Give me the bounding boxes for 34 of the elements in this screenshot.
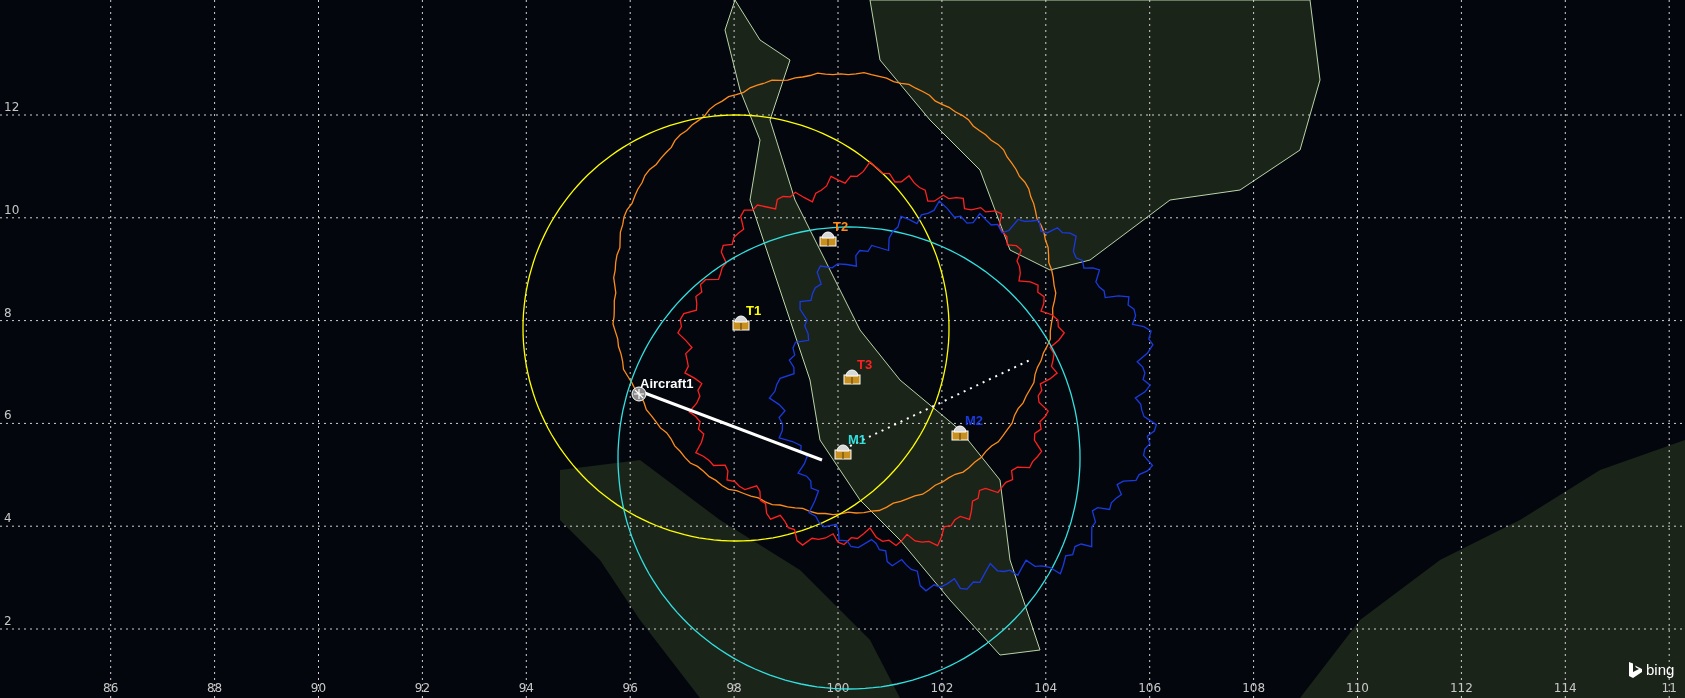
axis-label: 86	[103, 681, 119, 695]
axis-label: 88	[206, 681, 223, 695]
axis-label: 8	[4, 305, 12, 320]
axis-label: 110	[1346, 681, 1369, 695]
axis-label: 6	[4, 408, 12, 423]
axis-label: 10	[4, 202, 20, 217]
axis-label: 11	[1661, 681, 1677, 695]
site-label: M1	[848, 432, 867, 447]
radar-dome-icon[interactable]	[843, 369, 861, 385]
axis-label: 96	[622, 681, 638, 695]
axis-label: 12	[4, 100, 20, 114]
axis-label: 98	[726, 681, 742, 695]
axis-label: 4	[4, 511, 12, 526]
site-label: M2	[965, 413, 984, 428]
axis-label: 106	[1138, 681, 1162, 695]
axis-label: 102	[930, 681, 954, 695]
attribution-text: bing	[1646, 661, 1675, 678]
axis-label: 112	[1449, 681, 1473, 695]
aircraft-label: Aircraft1	[640, 376, 694, 391]
axis-label: 92	[414, 681, 431, 695]
site-label: T1	[746, 303, 762, 318]
axis-label: 114	[1553, 681, 1577, 695]
radar-dome-icon[interactable]	[819, 231, 837, 247]
axis-label: 108	[1242, 681, 1266, 695]
axis-label: 104	[1034, 681, 1058, 695]
axis-label: 2	[4, 614, 12, 628]
bing-logo-icon	[1629, 662, 1642, 678]
aircraft-icon[interactable]	[631, 386, 647, 402]
radar-dome-icon[interactable]	[834, 444, 852, 460]
radar-dome-icon[interactable]	[732, 315, 750, 331]
site-label: T3	[857, 357, 873, 372]
axis-label: 90	[310, 681, 327, 695]
axis-label: 94	[518, 681, 534, 695]
radar-dome-icon[interactable]	[951, 425, 969, 441]
